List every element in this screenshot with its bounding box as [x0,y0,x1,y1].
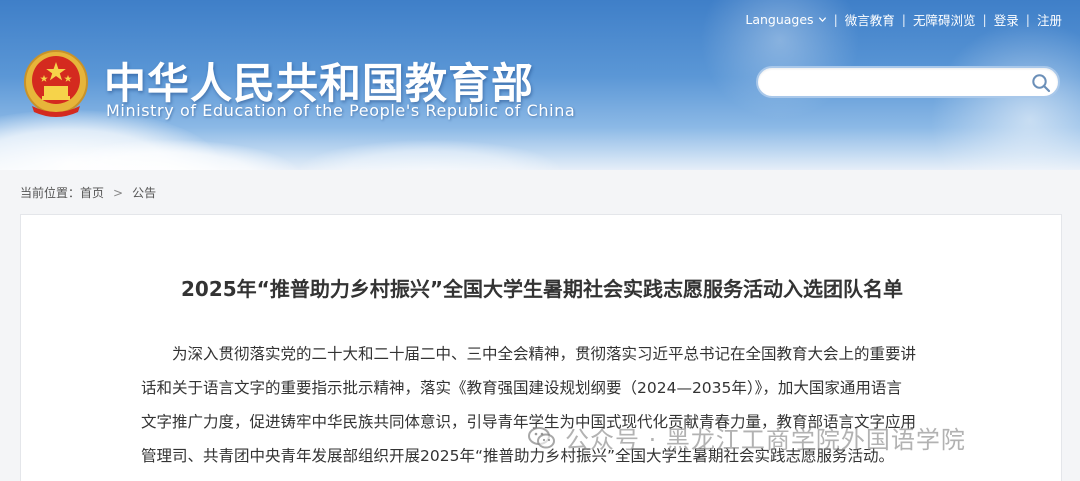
login-link[interactable]: 登录 [994,10,1019,29]
paragraph-line: 话和关于语言文字的重要指示批示精神，落实《教育强国建设规划纲要（2024—203… [141,379,902,397]
cloud-decoration [300,140,560,170]
article-title: 2025年“推普助力乡村振兴”全国大学生暑期社会实践志愿服务活动入选团队名单 [181,277,903,301]
nav-separator: | [901,11,907,27]
wechat-icon [528,426,555,448]
breadcrumb-prefix: 当前位置： [20,186,81,200]
breadcrumb-current[interactable]: 公告 [132,184,156,201]
top-nav: Languages | 微言教育 | 无障碍浏览 | 登录 | 注册 [745,10,1062,28]
breadcrumb-arrow: > [113,185,124,200]
search-input[interactable] [758,68,1018,96]
nav-separator: | [982,11,987,27]
header-banner: 中华人民共和国教育部 Ministry of Education of the … [0,0,1080,170]
languages-label: Languages [745,11,814,27]
breadcrumb: 当前位置： 首页 > 公告 [20,184,156,201]
search-bar [756,66,1060,98]
languages-dropdown[interactable]: Languages [745,12,826,27]
watermark-text: 公众号 · 黑龙江工商学院外国语学院 [565,426,966,454]
site-subtitle: Ministry of Education of the People's Re… [106,101,576,120]
paragraph-line: 为深入贯彻落实党的二十大和二十届二中、三中全会精神，贯彻落实习近平总书记在全国教… [172,345,917,363]
weiyan-link[interactable]: 微言教育 [845,10,895,29]
chevron-down-icon [818,16,826,22]
nav-separator: | [833,11,838,27]
accessible-browse-link[interactable]: 无障碍浏览 [913,10,976,29]
register-link[interactable]: 注册 [1037,10,1062,29]
search-icon[interactable] [1030,72,1052,94]
national-emblem-icon [24,50,88,117]
breadcrumb-home-link[interactable]: 首页 [80,184,104,201]
watermark: 公众号 · 黑龙江工商学院外国语学院 [527,420,966,455]
nav-separator: | [1025,11,1030,27]
